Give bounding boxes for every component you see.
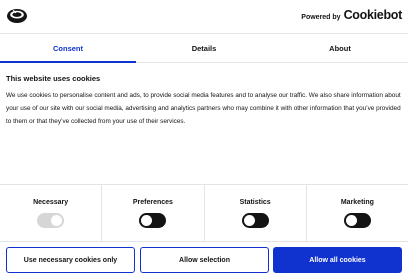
toggle-label-necessary: Necessary [33,199,69,206]
dialog-header: Powered by Cookiebot [0,0,408,34]
action-buttons: Use necessary cookies only Allow selecti… [0,241,408,278]
cookie-logo-icon [7,9,27,23]
toggle-necessary: Necessary [0,185,103,241]
necessary-switch [37,213,65,228]
powered-by[interactable]: Powered by Cookiebot [301,8,402,22]
allow-all-button[interactable]: Allow all cookies [273,247,402,273]
tab-details[interactable]: Details [136,35,272,62]
consent-content: This website uses cookies We use cookies… [6,74,402,128]
use-necessary-only-button[interactable]: Use necessary cookies only [6,247,135,273]
toggle-label-preferences: Preferences [132,199,173,206]
tab-consent[interactable]: Consent [0,35,136,63]
statistics-switch[interactable] [241,213,269,228]
powered-by-label: Powered by [301,14,341,21]
preferences-switch[interactable] [139,213,167,228]
toggle-preferences: Preferences [102,185,205,241]
cookie-consent-dialog: Powered by Cookiebot Consent Details Abo… [0,0,408,278]
tab-bar: Consent Details About [0,35,408,63]
tab-about[interactable]: About [272,35,408,62]
marketing-switch[interactable] [343,213,371,228]
toggle-label-statistics: Statistics [239,199,271,206]
toggle-statistics: Statistics [205,185,307,241]
cookiebot-brand: Cookiebot [343,8,403,22]
consent-title: This website uses cookies [6,74,101,83]
toggle-marketing: Marketing [307,185,408,241]
consent-description: We use cookies to personalise content an… [6,92,401,125]
allow-selection-button[interactable]: Allow selection [140,247,269,273]
cookie-category-toggles: Necessary Preferences Statistics Marketi… [0,184,408,241]
toggle-label-marketing: Marketing [340,199,374,206]
